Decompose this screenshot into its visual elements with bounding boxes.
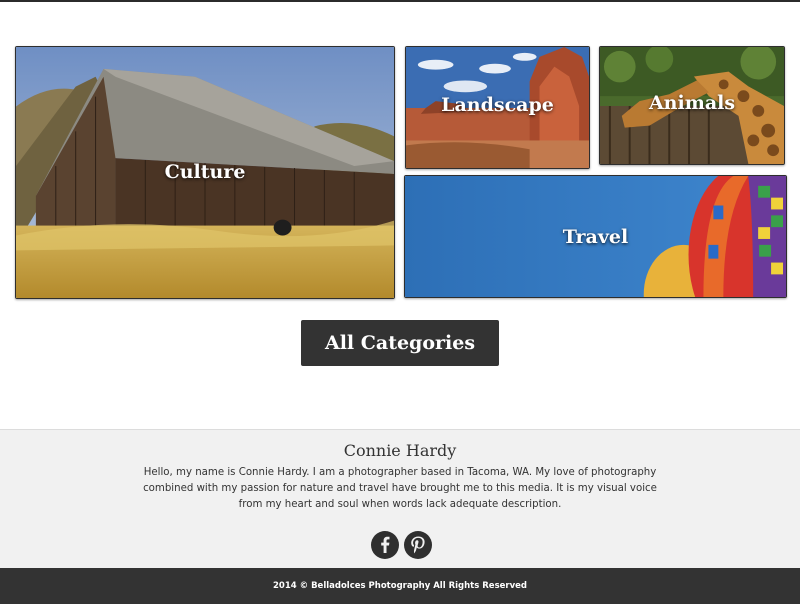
author-bio: Hello, my name is Connie Hardy. I am a p…	[143, 467, 657, 510]
footer: 2014 © Belladolces Photography All Right…	[0, 568, 800, 604]
about-section: Connie Hardy Hello, my name is Connie Ha…	[0, 429, 800, 568]
facebook-icon[interactable]	[371, 531, 399, 559]
top-rule	[0, 0, 800, 2]
author-name: Connie Hardy	[343, 441, 457, 460]
all-categories-button[interactable]: All Categories	[301, 320, 499, 366]
pinterest-icon[interactable]	[404, 531, 432, 559]
category-tile-animals[interactable]: Animals	[599, 46, 785, 165]
category-tile-landscape[interactable]: Landscape	[405, 46, 590, 169]
category-label: Travel	[562, 225, 629, 248]
category-label: Landscape	[441, 93, 554, 116]
category-tile-travel[interactable]: Travel	[404, 175, 787, 298]
category-label: Animals	[648, 91, 736, 114]
copyright-text: 2014 © Belladolces Photography All Right…	[273, 581, 527, 591]
category-tile-culture[interactable]: Culture	[15, 46, 395, 299]
category-label: Culture	[164, 160, 246, 183]
